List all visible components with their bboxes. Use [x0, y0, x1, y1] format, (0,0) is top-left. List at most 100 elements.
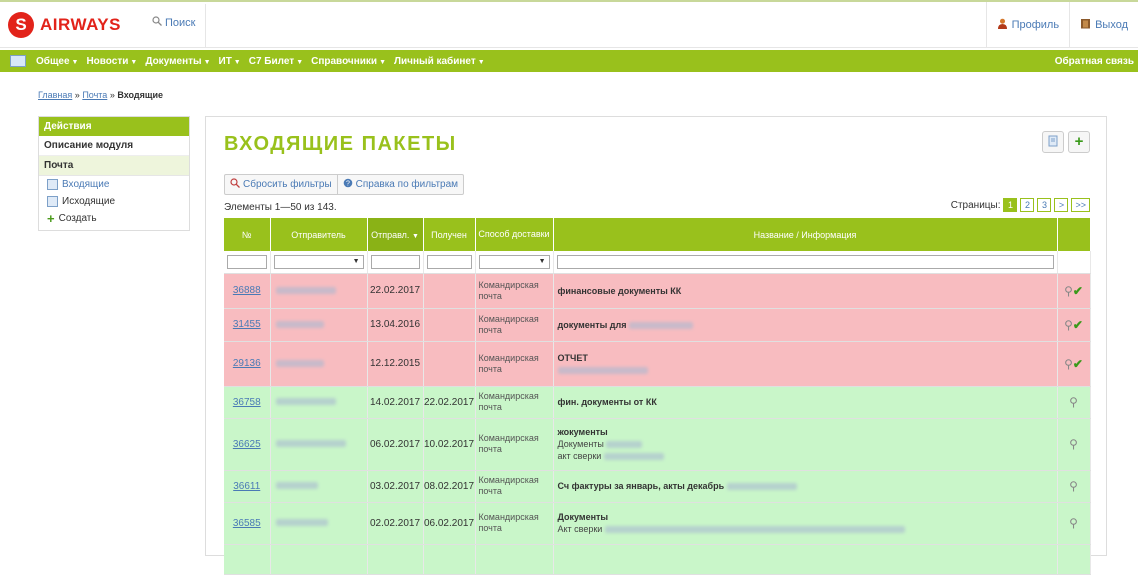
page-last[interactable]: >> — [1071, 198, 1090, 212]
received-date: 10.02.2017 — [423, 418, 476, 471]
sender-name-redacted[interactable] — [275, 359, 324, 367]
table-row[interactable]: 36625 06.02.2017 10.02.2017 Командирская… — [224, 418, 1091, 471]
page-1[interactable]: 1 — [1003, 198, 1018, 212]
package-number-link[interactable]: 29136 — [233, 358, 261, 369]
table-row[interactable]: 36888 22.02.2017 Командирская почта фина… — [224, 273, 1091, 309]
breadcrumb-home[interactable]: Главная — [38, 90, 72, 100]
package-number-link[interactable]: 36758 — [233, 397, 261, 408]
sender-name-redacted[interactable] — [275, 398, 336, 406]
column-header-sender[interactable]: Отправитель — [270, 218, 368, 251]
nav-item-news[interactable]: Новости ▼ — [82, 56, 141, 67]
page-title: ВХОДЯЩИЕ ПАКЕТЫ — [224, 133, 457, 155]
logout-link[interactable]: Выход — [1069, 2, 1138, 48]
package-title: документы для — [557, 319, 627, 330]
logo-s-icon: S — [8, 12, 34, 38]
pages-label: Страницы: — [950, 199, 1001, 211]
number-filter-input[interactable] — [227, 254, 267, 269]
package-number-link[interactable]: 36585 — [233, 518, 261, 529]
sent-date: 22.02.2017 — [367, 273, 424, 309]
package-title: Сч фактуры за январь, акты декабрь — [557, 481, 725, 491]
delivery-method: Командирская почта — [475, 470, 554, 503]
page-3[interactable]: 3 — [1037, 198, 1052, 212]
module-description-link[interactable]: Описание модуля — [39, 136, 189, 156]
view-icon[interactable]: ⚲ — [1069, 479, 1078, 493]
column-header-number[interactable]: № — [224, 218, 271, 251]
delivery-filter-select[interactable]: ▼ — [478, 254, 550, 269]
nav-item-c7-ticket[interactable]: С7 Билет ▼ — [245, 56, 307, 67]
info-line: Документы — [557, 439, 604, 449]
filter-toolbar: Сбросить фильтры ? Справка по фильтрам — [224, 174, 465, 195]
sender-name-redacted[interactable] — [275, 440, 346, 448]
package-number-link[interactable]: 36888 — [233, 285, 261, 296]
check-icon[interactable]: ✔ — [1073, 357, 1083, 371]
home-icon[interactable] — [10, 55, 26, 67]
document-icon — [1047, 135, 1059, 150]
package-title: ОТЧЕТ — [557, 352, 588, 363]
nav-item-general[interactable]: Общее ▼ — [32, 56, 82, 67]
add-button[interactable]: + — [1068, 131, 1090, 153]
table-row[interactable] — [224, 544, 1091, 575]
filter-help-button[interactable]: ? Справка по фильтрам — [336, 175, 463, 194]
check-icon[interactable]: ✔ — [1073, 318, 1083, 332]
incoming-packages-table: № Отправитель Отправл. ▼ Получен Способ … — [224, 218, 1091, 575]
package-number-link[interactable]: 31455 — [233, 319, 261, 330]
feedback-link[interactable]: Обратная связь — [1051, 56, 1138, 67]
sidebar-item-inbox[interactable]: Входящие — [39, 176, 189, 193]
view-icon[interactable]: ⚲ — [1064, 318, 1073, 332]
sender-name-redacted[interactable] — [275, 519, 328, 527]
package-number-link[interactable]: 36611 — [233, 481, 260, 492]
view-icon[interactable]: ⚲ — [1069, 516, 1078, 530]
search-link[interactable]: Поиск — [152, 16, 195, 29]
sender-name-redacted[interactable] — [275, 320, 324, 328]
column-header-received[interactable]: Получен — [423, 218, 476, 251]
package-number-link[interactable]: 36625 — [233, 439, 261, 450]
sender-name-redacted[interactable] — [275, 482, 318, 490]
delivery-method: Командирская почта — [475, 308, 554, 342]
table-row[interactable]: 36611 03.02.2017 08.02.2017 Командирская… — [224, 470, 1091, 503]
column-header-title[interactable]: Название / Информация — [553, 218, 1058, 251]
sidebar-item-label: Входящие — [62, 179, 110, 190]
breadcrumb-mail[interactable]: Почта — [82, 90, 107, 100]
nav-item-documents[interactable]: Документы ▼ — [141, 56, 214, 67]
export-button[interactable] — [1042, 131, 1064, 153]
nav-item-it[interactable]: ИТ ▼ — [215, 56, 245, 67]
view-icon[interactable]: ⚲ — [1069, 395, 1078, 409]
help-icon: ? — [343, 178, 353, 191]
main-panel: ВХОДЯЩИЕ ПАКЕТЫ + Сбросить фильтры ? Спр… — [205, 116, 1107, 575]
page-2[interactable]: 2 — [1020, 198, 1035, 212]
plus-icon: + — [1074, 133, 1084, 150]
view-icon[interactable]: ⚲ — [1064, 284, 1073, 298]
nav-item-directories[interactable]: Справочники ▼ — [307, 56, 390, 67]
search-label: Поиск — [165, 16, 196, 29]
received-filter-input[interactable] — [426, 254, 472, 269]
sidebar-item-outbox[interactable]: Исходящие — [39, 193, 189, 210]
reset-filters-label: Сбросить фильтры — [243, 179, 332, 190]
sent-date: 06.02.2017 — [367, 418, 424, 471]
sidebar-section-mail: Почта — [39, 156, 189, 176]
main-nav: Общее ▼ Новости ▼ Документы ▼ ИТ ▼ С7 Билет ▼… — [0, 50, 1138, 72]
logout-label: Выход — [1095, 19, 1128, 31]
sent-date: 13.04.2016 — [367, 308, 424, 342]
table-row[interactable]: 31455 13.04.2016 Командирская почта доку… — [224, 308, 1091, 342]
view-icon[interactable]: ⚲ — [1064, 357, 1073, 371]
table-row[interactable]: 36585 02.02.2017 06.02.2017 Командирская… — [224, 502, 1091, 545]
sidebar-item-create[interactable]: + Создать — [39, 210, 189, 230]
sent-filter-input[interactable] — [370, 254, 420, 269]
sender-name-redacted[interactable] — [275, 286, 336, 294]
profile-link[interactable]: Профиль — [985, 2, 1070, 48]
title-filter-input[interactable] — [556, 254, 1054, 269]
nav-item-personal-cabinet[interactable]: Личный кабинет ▼ — [390, 56, 489, 67]
reset-filters-button[interactable]: Сбросить фильтры — [225, 175, 337, 194]
inbox-icon — [47, 179, 58, 190]
table-row[interactable]: 29136 12.12.2015 Командирская почта ОТЧЕ… — [224, 341, 1091, 387]
sent-date: 14.02.2017 — [367, 386, 424, 419]
table-row[interactable]: 36758 14.02.2017 22.02.2017 Командирская… — [224, 386, 1091, 419]
check-icon[interactable]: ✔ — [1073, 284, 1083, 298]
delivery-method: Командирская почта — [475, 386, 554, 419]
column-header-delivery[interactable]: Способ доставки — [475, 218, 554, 251]
page-next[interactable]: > — [1054, 198, 1069, 212]
sender-filter-select[interactable]: ▼ — [273, 254, 364, 269]
view-icon[interactable]: ⚲ — [1069, 437, 1078, 451]
airways-logo[interactable]: S AIRWAYS — [8, 10, 121, 40]
column-header-sent[interactable]: Отправл. ▼ — [367, 218, 424, 251]
